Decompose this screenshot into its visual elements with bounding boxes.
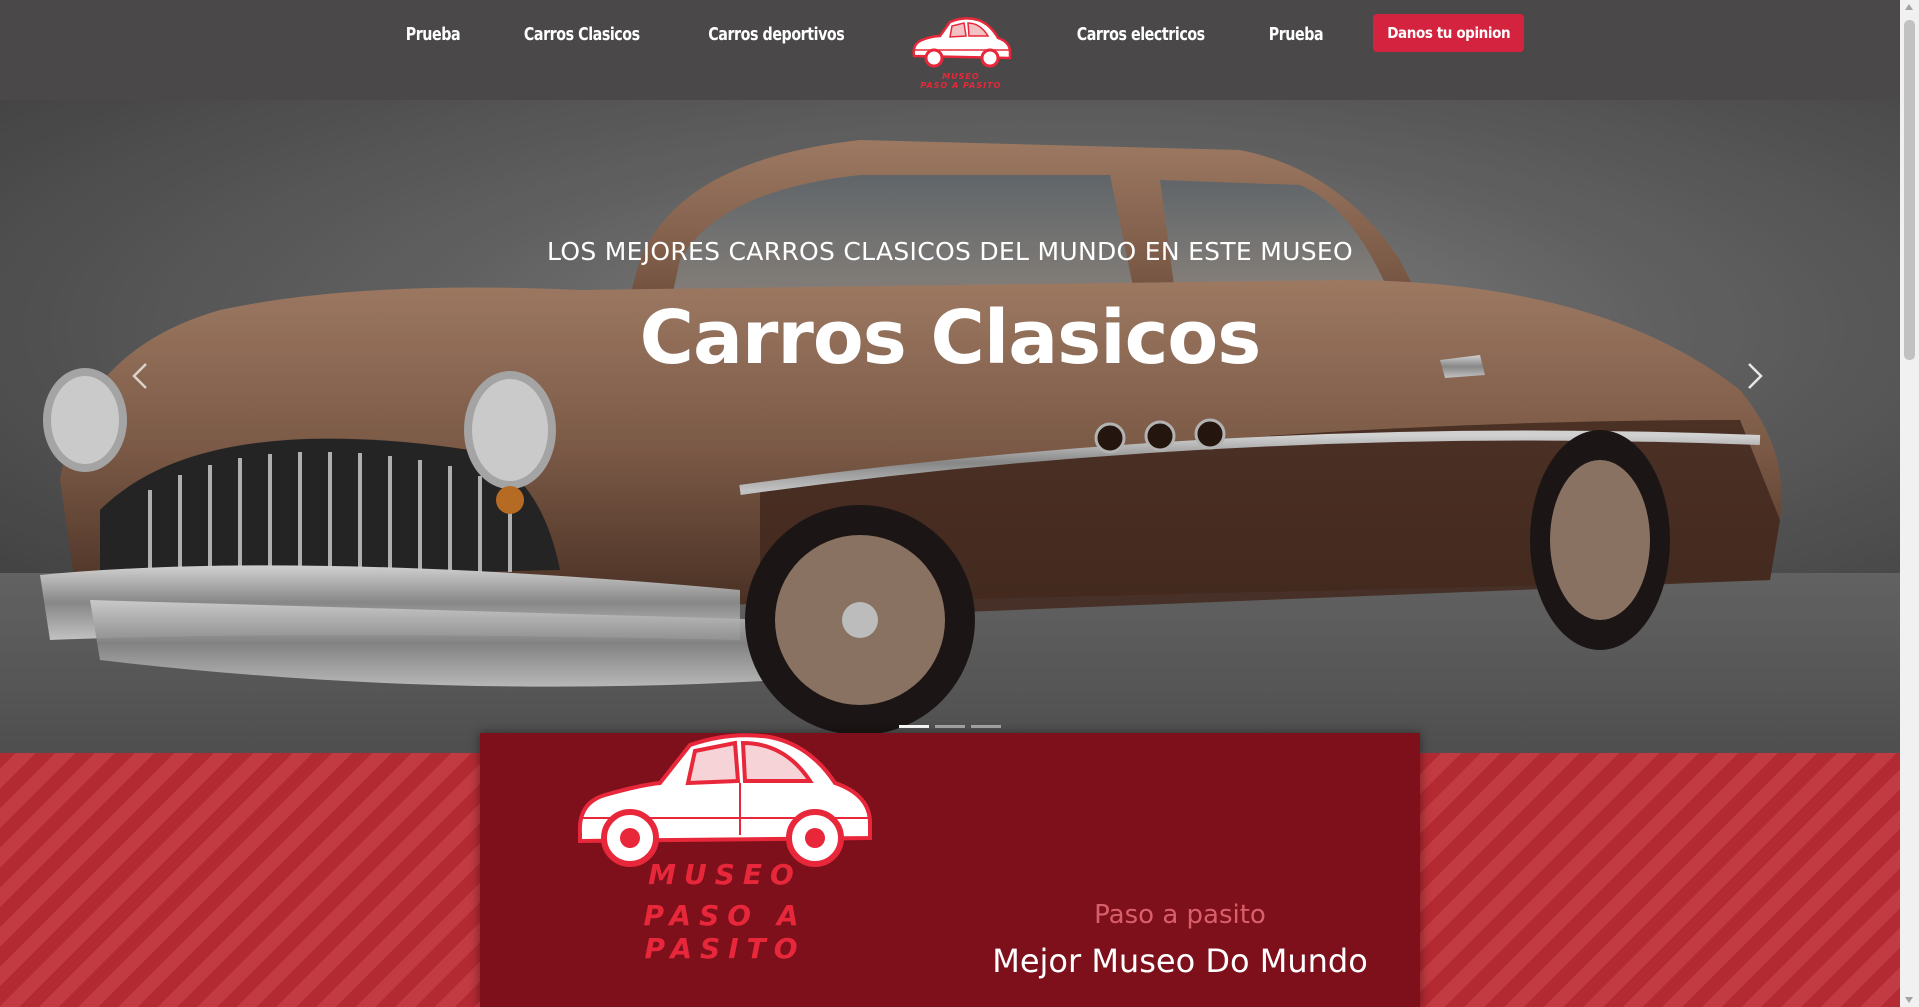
feedback-button[interactable]: Danos tu opinion (1373, 14, 1525, 52)
logo-text-line1: MUSEO (942, 72, 980, 81)
hero-subtitle: LOS MEJORES CARROS CLASICOS DEL MUNDO EN… (547, 237, 1353, 266)
chevron-left-icon (132, 363, 147, 389)
nav-link-prueba-2[interactable]: Prueba (1269, 24, 1324, 45)
museum-tagline: Paso a pasito (1094, 900, 1266, 930)
nav-link-prueba[interactable]: Prueba (406, 24, 461, 45)
hero-carousel: LOS MEJORES CARROS CLASICOS DEL MUNDO EN… (0, 100, 1900, 753)
carousel-prev-button[interactable] (122, 358, 158, 394)
hero-overlay (0, 100, 1900, 753)
car-logo-icon (912, 17, 1012, 68)
site-logo[interactable]: MUSEO PASO A PASITO (906, 14, 1016, 90)
nav-link-carros-electricos[interactable]: Carros electricos (1077, 24, 1205, 45)
carousel-indicator-3[interactable] (971, 725, 1001, 728)
scroll-up-icon[interactable] (1905, 4, 1913, 10)
navbar: Prueba Carros Clasicos Carros deportivos… (0, 0, 1900, 100)
scroll-down-icon[interactable] (1905, 997, 1913, 1003)
nav-link-carros-deportivos[interactable]: Carros deportivos (709, 24, 845, 45)
card-logo-line1: MUSEO (648, 858, 802, 891)
scroll-thumb[interactable] (1904, 20, 1915, 360)
hero-title: Carros Clasicos (639, 295, 1262, 381)
chevron-right-icon (1748, 363, 1763, 389)
carousel-indicator-1[interactable] (899, 725, 929, 728)
museum-card: MUSEO PASO A PASITO Paso a pasito Mejor … (480, 733, 1420, 1007)
page-scrollbar[interactable] (1900, 0, 1919, 1007)
museum-headline: Mejor Museo Do Mundo (992, 942, 1368, 980)
nav-menu: Prueba Carros Clasicos Carros deportivos… (376, 14, 1525, 90)
nav-link-carros-clasicos[interactable]: Carros Clasicos (524, 24, 640, 45)
carousel-indicator-2[interactable] (935, 725, 965, 728)
logo-text-line2: PASO A PASITO (920, 81, 1002, 90)
carousel-next-button[interactable] (1737, 358, 1773, 394)
card-logo-line2: PASO A PASITO (643, 899, 807, 965)
carousel-indicators (0, 725, 1900, 728)
